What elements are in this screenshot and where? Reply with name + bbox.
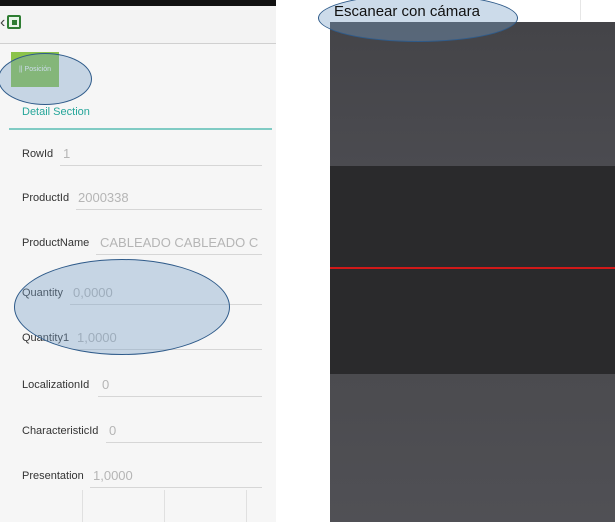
camera-upper-area [330,22,615,166]
scan-line [330,267,615,269]
presentation-field[interactable]: 1,0000 [93,468,133,483]
field-row-localizationid: LocalizationId 0 [22,372,267,402]
camera-lower-area [330,374,615,522]
field-underline [96,254,262,255]
field-underline [90,487,262,488]
localizationid-field[interactable]: 0 [102,377,109,392]
rowid-field[interactable]: 1 [63,146,70,161]
camera-caption: Escanear con cámara [334,3,480,20]
divider [580,0,581,20]
field-row-rowid: RowId 1 [22,141,267,171]
field-label: RowId [22,148,54,160]
field-underline [106,442,262,443]
grid-divider [82,490,83,522]
field-underline [76,209,262,210]
app-bar: ‹ [0,6,276,44]
chevron-left-icon[interactable]: ‹ [0,15,5,31]
detail-section-divider [9,128,272,130]
field-row-productname: ProductName CABLEADO CABLEADO C [22,230,267,260]
camera-view[interactable] [330,22,615,522]
field-label: ProductId [22,192,70,204]
field-label: CharacteristicId [22,425,99,437]
field-underline [60,165,262,166]
field-label: Presentation [22,470,84,482]
productid-field[interactable]: 2000338 [78,190,129,205]
phone-screen: ‹ || Posición Detail Section RowId 1 Pro… [0,0,276,522]
field-row-presentation: Presentation 1,0000 [22,463,267,493]
bottom-grid [0,490,276,522]
field-underline [98,396,262,397]
field-row-productid: ProductId 2000338 [22,185,267,215]
characteristicid-field[interactable]: 0 [109,423,116,438]
field-label: ProductName [22,237,90,249]
position-highlight [0,53,92,105]
grid-divider [246,490,247,522]
field-row-characteristicid: CharacteristicId 0 [22,418,267,448]
grid-divider [164,490,165,522]
field-label: LocalizationId [22,379,90,391]
detail-section-title: Detail Section [22,106,90,118]
scan-band [330,166,615,374]
productname-field[interactable]: CABLEADO CABLEADO C [100,235,262,250]
quantity-highlight [14,259,230,355]
app-logo-icon [7,15,21,29]
